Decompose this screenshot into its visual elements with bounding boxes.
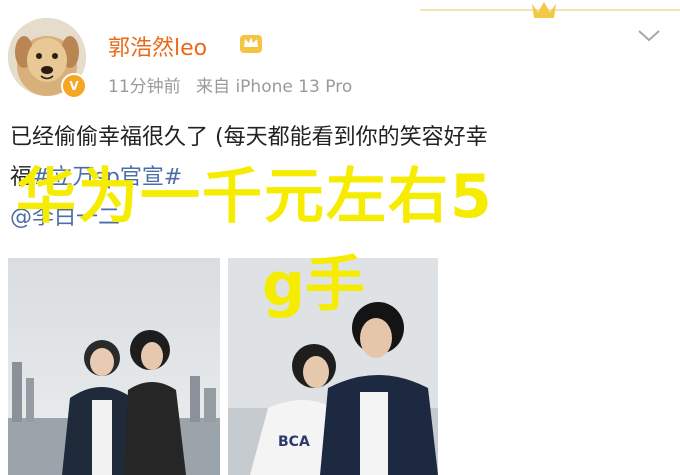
post-source[interactable]: 来自 iPhone 13 Pro [196,77,352,97]
overlay-headline-line-1: 华为一千元左右5 [16,162,494,232]
post-time: 11分钟前 [108,77,181,97]
post-meta: 11分钟前 来自 iPhone 13 Pro [108,72,362,97]
post-text-line-1: 已经偷偷幸福很久了 (每天都能看到你的笑容好幸 [10,125,488,150]
crown-icon[interactable] [238,31,264,55]
overlay-headline-line-2: g手 [262,250,365,320]
shirt-print: BCA [278,434,310,450]
chevron-down-icon[interactable] [636,28,662,44]
verified-badge-icon: V [61,73,87,99]
username[interactable]: 郭浩然leo [108,30,207,62]
post-photo-1[interactable] [8,258,220,475]
top-decoration [420,2,680,18]
